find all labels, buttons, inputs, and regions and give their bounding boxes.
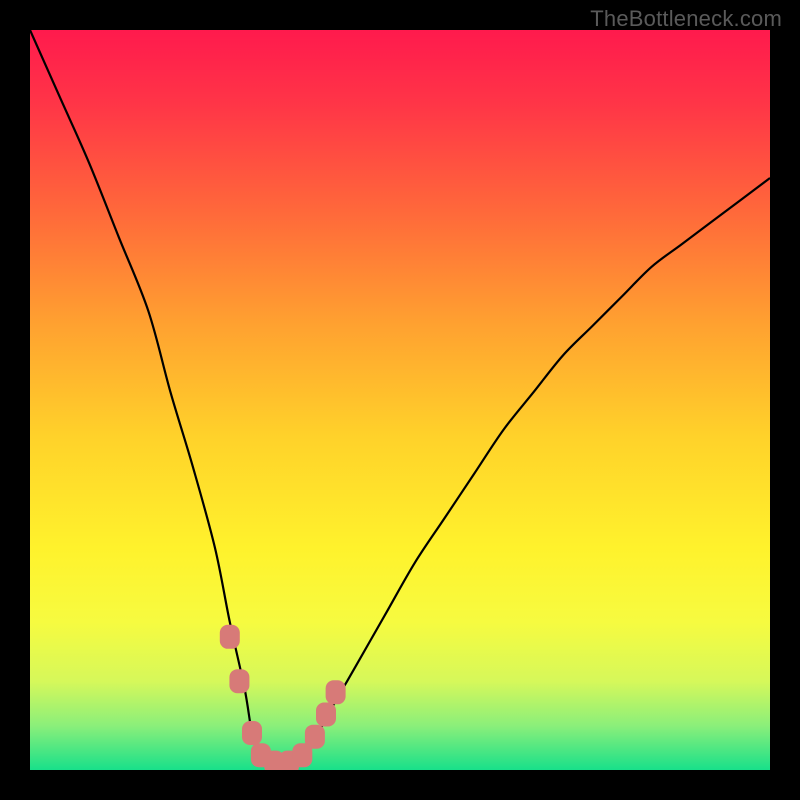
highlight-marker	[242, 721, 262, 745]
gradient-background	[30, 30, 770, 770]
highlight-marker	[229, 669, 249, 693]
chart-svg	[30, 30, 770, 770]
highlight-marker	[316, 703, 336, 727]
highlight-marker	[305, 725, 325, 749]
highlight-marker	[326, 680, 346, 704]
chart-container: TheBottleneck.com	[0, 0, 800, 800]
watermark-text: TheBottleneck.com	[590, 6, 782, 32]
highlight-marker	[220, 625, 240, 649]
plot-area	[30, 30, 770, 770]
